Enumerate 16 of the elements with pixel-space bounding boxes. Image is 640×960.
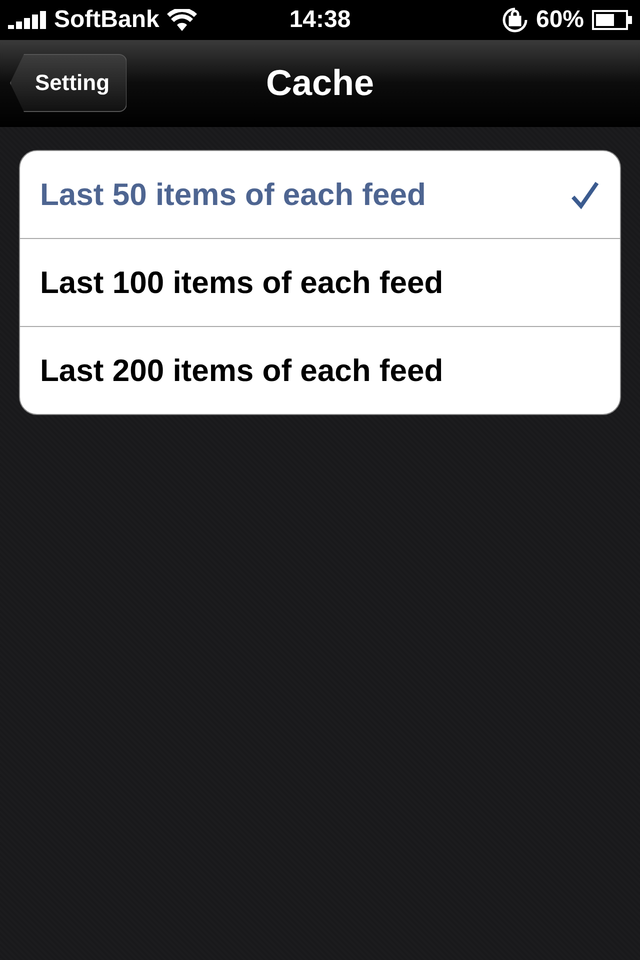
wifi-icon xyxy=(167,9,198,31)
option-label: Last 50 items of each feed xyxy=(40,176,426,212)
signal-icon xyxy=(8,11,46,29)
rotation-lock-icon xyxy=(502,7,528,33)
screen-title: Cache xyxy=(266,62,374,104)
carrier-name: SoftBank xyxy=(54,6,160,34)
back-button[interactable]: Setting xyxy=(10,54,127,112)
clock-time: 14:38 xyxy=(289,6,351,34)
option-label: Last 100 items of each feed xyxy=(40,264,444,300)
option-row[interactable]: Last 200 items of each feed xyxy=(20,326,620,414)
battery-percent: 60% xyxy=(536,6,584,34)
option-row[interactable]: Last 100 items of each feed xyxy=(20,238,620,326)
option-row[interactable]: Last 50 items of each feed xyxy=(20,151,620,238)
battery-icon xyxy=(592,10,632,30)
option-label: Last 200 items of each feed xyxy=(40,352,444,388)
checkmark-icon xyxy=(570,180,600,210)
